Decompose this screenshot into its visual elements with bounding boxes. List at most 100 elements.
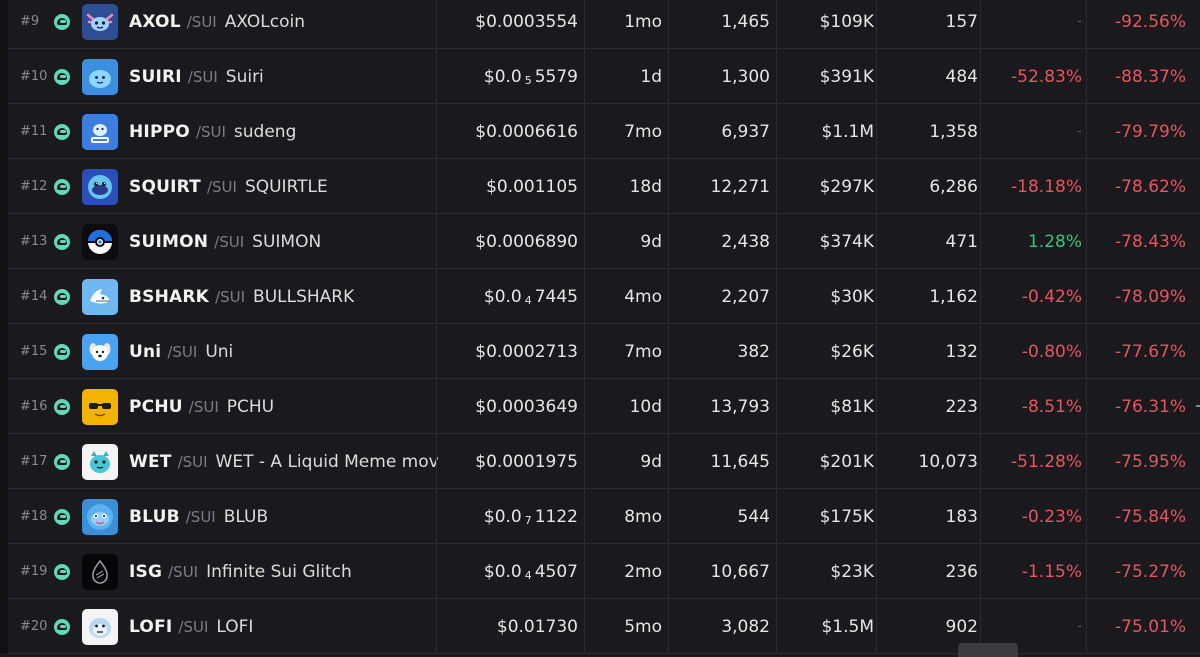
column-divider [668,0,669,49]
price: $0.0002713 [438,324,578,379]
chain-label: /SUI [214,232,245,251]
token-logo [82,489,120,544]
token-pair[interactable]: ISG /SUI Infinite Sui Glitch [129,544,459,599]
column-divider [776,544,777,599]
token-pair[interactable]: SUIMON /SUI SUIMON [129,214,459,269]
volume: $1.5M [821,616,874,637]
chain-badge [54,599,80,654]
column-divider [776,214,777,269]
column-divider [584,379,585,434]
sui-chain-icon [54,123,70,140]
price-change-long: -78.43% [1115,231,1186,252]
column-divider [668,544,669,599]
table-row[interactable]: #12 SQUIRT /SUI SQUIRTLE $0.001105 18d 1… [8,159,1200,214]
token-pair[interactable]: LOFI /SUI LOFI [129,599,459,654]
price: $0.01730 [438,599,578,654]
chain-badge [54,214,80,269]
column-divider [980,214,981,269]
table-row[interactable]: #15 Uni /SUI Uni $0.0002713 7mo 382 $26K… [8,324,1200,379]
token-logo [82,214,120,269]
price-value: $0.01730 [496,616,578,637]
token-logo [82,599,120,654]
makers: 223 [945,396,978,417]
column-divider [776,324,777,379]
price-digits: 5579 [534,66,578,87]
column-divider [776,599,777,654]
column-divider [1086,489,1087,544]
price-prefix: $0.0 [483,561,522,582]
table-row[interactable]: #17 WET /SUI WET - A Liquid Meme mov $0.… [8,434,1200,489]
token-pair[interactable]: SQUIRT /SUI SQUIRTLE [129,159,459,214]
pair-age: 2mo [624,561,662,582]
column-divider [876,324,877,379]
column-divider [584,544,585,599]
token-pair[interactable]: Uni /SUI Uni [129,324,459,379]
column-divider [668,269,669,324]
column-divider [668,379,669,434]
column-divider [668,159,669,214]
table-row[interactable]: #9 AXOL /SUI AXOLcoin $0.0003554 1mo 1,4… [8,0,1200,49]
column-divider [436,434,437,489]
makers: 484 [945,66,978,87]
table-row[interactable]: #18 BLUB /SUI BLUB $0.0 7 1122 8mo 544 $17… [8,489,1200,544]
column-divider [1086,599,1087,654]
chain-label: /SUI [206,177,237,196]
fish-icon [82,498,118,535]
price-change-short: -52.83% [1011,66,1082,87]
volume: $175K [819,506,874,527]
price-value: $0.0003649 [475,396,578,417]
price-digits: 1122 [534,506,578,527]
transactions: 6,937 [721,121,770,142]
column-divider [876,49,877,104]
price-change-long: -79.79% [1115,121,1186,142]
token-pair[interactable]: BSHARK /SUI BULLSHARK [129,269,459,324]
column-divider [1086,324,1087,379]
chain-badge [54,434,80,489]
sui-chain-icon [54,618,70,635]
transactions: 10,667 [710,561,770,582]
table-row[interactable]: #20 LOFI /SUI LOFI $0.01730 5mo 3,082 $1… [8,599,1200,654]
price-prefix: $0.0 [483,506,522,527]
token-ticker: BLUB [129,506,180,527]
table-row[interactable]: #13 SUIMON /SUI SUIMON $0.0006890 9d 2,4… [8,214,1200,269]
token-ticker: AXOL [129,11,181,32]
token-pair[interactable]: AXOL /SUI AXOLcoin [129,0,459,49]
column-divider [876,0,877,49]
token-pair[interactable]: WET /SUI WET - A Liquid Meme mov [129,434,459,489]
token-logo [82,379,120,434]
price: $0.0006890 [438,214,578,269]
token-pair[interactable]: HIPPO /SUI sudeng [129,104,459,159]
pair-age: 5mo [624,616,662,637]
price-digits: 7445 [534,286,578,307]
table-row[interactable]: #19 ISG /SUI Infinite Sui Glitch $0.0 4 45… [8,544,1200,599]
table-row[interactable]: #10 SUIRI /SUI Suiri $0.0 5 5579 1d 1,300 … [8,49,1200,104]
token-name: SQUIRTLE [244,176,328,197]
price-prefix: $0.0 [483,286,522,307]
table-row[interactable]: #16 PCHU /SUI PCHU $0.0003649 10d 13,793… [8,379,1200,434]
price-zero-count: 5 [524,74,532,87]
price-change-short: -18.18% [1011,176,1082,197]
column-divider [668,214,669,269]
token-logo [82,49,120,104]
column-divider [1086,379,1087,434]
glitch-drop-icon [82,553,118,590]
price-change-short: -8.51% [1021,396,1082,417]
table-row[interactable]: #11 HIPPO /SUI sudeng $0.0006616 7mo 6,9… [8,104,1200,159]
token-logo [82,324,120,379]
token-pair[interactable]: BLUB /SUI BLUB [129,489,459,544]
column-divider [436,214,437,269]
column-divider [1086,159,1087,214]
token-pair[interactable]: SUIRI /SUI Suiri [129,49,459,104]
column-divider [1086,0,1087,49]
column-divider [876,489,877,544]
price: $0.0003554 [438,0,578,49]
table-row[interactable]: #14 BSHARK /SUI BULLSHARK $0.0 4 7445 4mo … [8,269,1200,324]
chain-badge [54,489,80,544]
price-change-short: -1.15% [1021,561,1082,582]
chain-label: /SUI [188,397,219,416]
token-table: #9 AXOL /SUI AXOLcoin $0.0003554 1mo 1,4… [0,0,1200,657]
token-ticker: SQUIRT [129,176,201,197]
price-value: $0.0002713 [475,341,578,362]
token-ticker: BSHARK [129,286,210,307]
token-pair[interactable]: PCHU /SUI PCHU [129,379,459,434]
